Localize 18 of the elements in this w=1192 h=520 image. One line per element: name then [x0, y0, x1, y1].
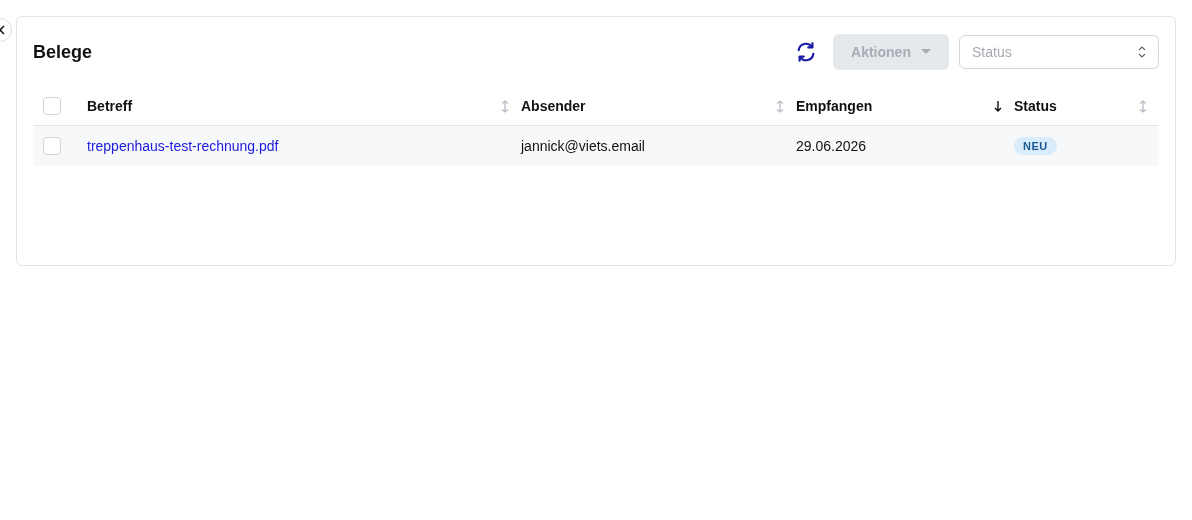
sort-arrow-icon[interactable]: [994, 100, 1002, 112]
column-header[interactable]: Betreff: [87, 98, 133, 114]
table-cell: 29.06.2026: [796, 138, 867, 154]
chevron-updown-icon: [1138, 46, 1146, 58]
column-header[interactable]: Empfangen: [796, 98, 873, 114]
select-all-checkbox[interactable]: [43, 97, 61, 115]
table-cell: jannick@viets.email: [521, 138, 645, 154]
column-header[interactable]: Absender: [521, 98, 586, 114]
sort-icon[interactable]: [501, 99, 509, 113]
page-title: Belege: [33, 41, 93, 63]
column-header[interactable]: Status: [1014, 98, 1057, 114]
row-checkbox[interactable]: [43, 137, 61, 155]
file-link[interactable]: treppenhaus-test-rechnung.pdf: [87, 138, 279, 154]
caret-icon: [920, 49, 931, 55]
sort-icon[interactable]: [776, 99, 784, 113]
refresh-icon: [795, 41, 817, 63]
status-badge: NEU: [1014, 137, 1057, 155]
sort-icon[interactable]: [1139, 99, 1147, 113]
